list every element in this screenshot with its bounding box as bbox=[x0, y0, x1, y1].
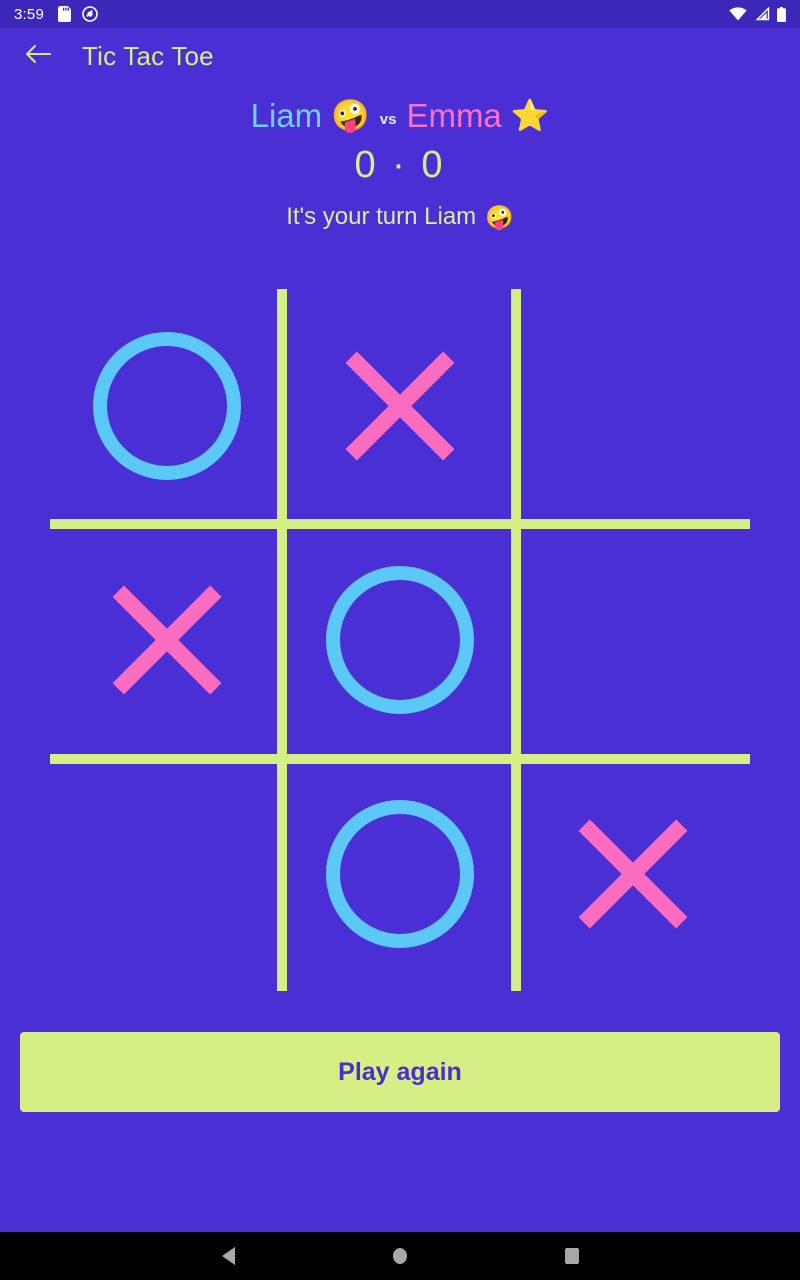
status-bar: 3:59 bbox=[0, 0, 800, 28]
board-cell-7[interactable] bbox=[283, 757, 516, 991]
sd-card-icon bbox=[58, 6, 71, 22]
nav-home-circle-icon bbox=[393, 1248, 407, 1264]
status-clock: 3:59 bbox=[14, 5, 44, 23]
do-not-disturb-icon bbox=[82, 6, 98, 22]
board-cell-2[interactable] bbox=[517, 289, 750, 523]
players-row: Liam 🤪 vs Emma ⭐ bbox=[0, 97, 800, 134]
nav-recents-button[interactable] bbox=[548, 1232, 596, 1280]
board-cell-1[interactable] bbox=[283, 289, 516, 523]
board-cell-3[interactable] bbox=[50, 523, 283, 757]
wifi-icon bbox=[729, 7, 747, 21]
mark-x-icon bbox=[331, 337, 469, 475]
back-arrow-icon bbox=[25, 43, 51, 70]
player-two-emoji: ⭐ bbox=[510, 98, 550, 134]
page-title: Tic Tac Toe bbox=[82, 40, 214, 71]
nav-recents-square-icon bbox=[565, 1248, 579, 1264]
board-cell-6[interactable] bbox=[50, 757, 283, 991]
mark-x-icon bbox=[98, 571, 236, 709]
turn-text: It's your turn Liam bbox=[286, 203, 477, 231]
board-cell-4[interactable] bbox=[283, 523, 516, 757]
status-left-icons bbox=[58, 6, 98, 22]
board-cell-8[interactable] bbox=[517, 757, 750, 991]
mark-o-icon bbox=[325, 800, 474, 948]
score-display: 0 · 0 bbox=[354, 144, 446, 187]
board-cell-0[interactable] bbox=[50, 289, 283, 523]
player-two-name: Emma bbox=[406, 97, 502, 134]
play-again-button[interactable]: Play again bbox=[20, 1032, 780, 1112]
player-one-emoji: 🤪 bbox=[331, 98, 370, 134]
android-nav-bar bbox=[0, 1232, 800, 1280]
mark-x-icon bbox=[564, 805, 702, 943]
scoreboard: Liam 🤪 vs Emma ⭐ 0 · 0 It's your turn Li… bbox=[0, 84, 800, 231]
game-board bbox=[50, 289, 750, 991]
cellular-signal-icon bbox=[754, 7, 770, 21]
battery-icon bbox=[777, 6, 786, 22]
turn-emoji: 🤪 bbox=[485, 203, 514, 230]
nav-back-triangle-icon bbox=[221, 1247, 235, 1265]
versus-label: vs bbox=[379, 110, 397, 128]
nav-back-button[interactable] bbox=[204, 1232, 252, 1280]
board-cells bbox=[50, 289, 750, 991]
turn-indicator: It's your turn Liam 🤪 bbox=[0, 203, 800, 231]
back-button[interactable] bbox=[16, 34, 60, 78]
board-cell-5[interactable] bbox=[517, 523, 750, 757]
nav-home-button[interactable] bbox=[376, 1232, 424, 1280]
mark-o-icon bbox=[92, 332, 241, 480]
app-bar: Tic Tac Toe bbox=[0, 28, 800, 84]
status-right-icons bbox=[729, 6, 786, 22]
mark-o-icon bbox=[325, 566, 474, 714]
player-one-name: Liam bbox=[250, 97, 323, 134]
